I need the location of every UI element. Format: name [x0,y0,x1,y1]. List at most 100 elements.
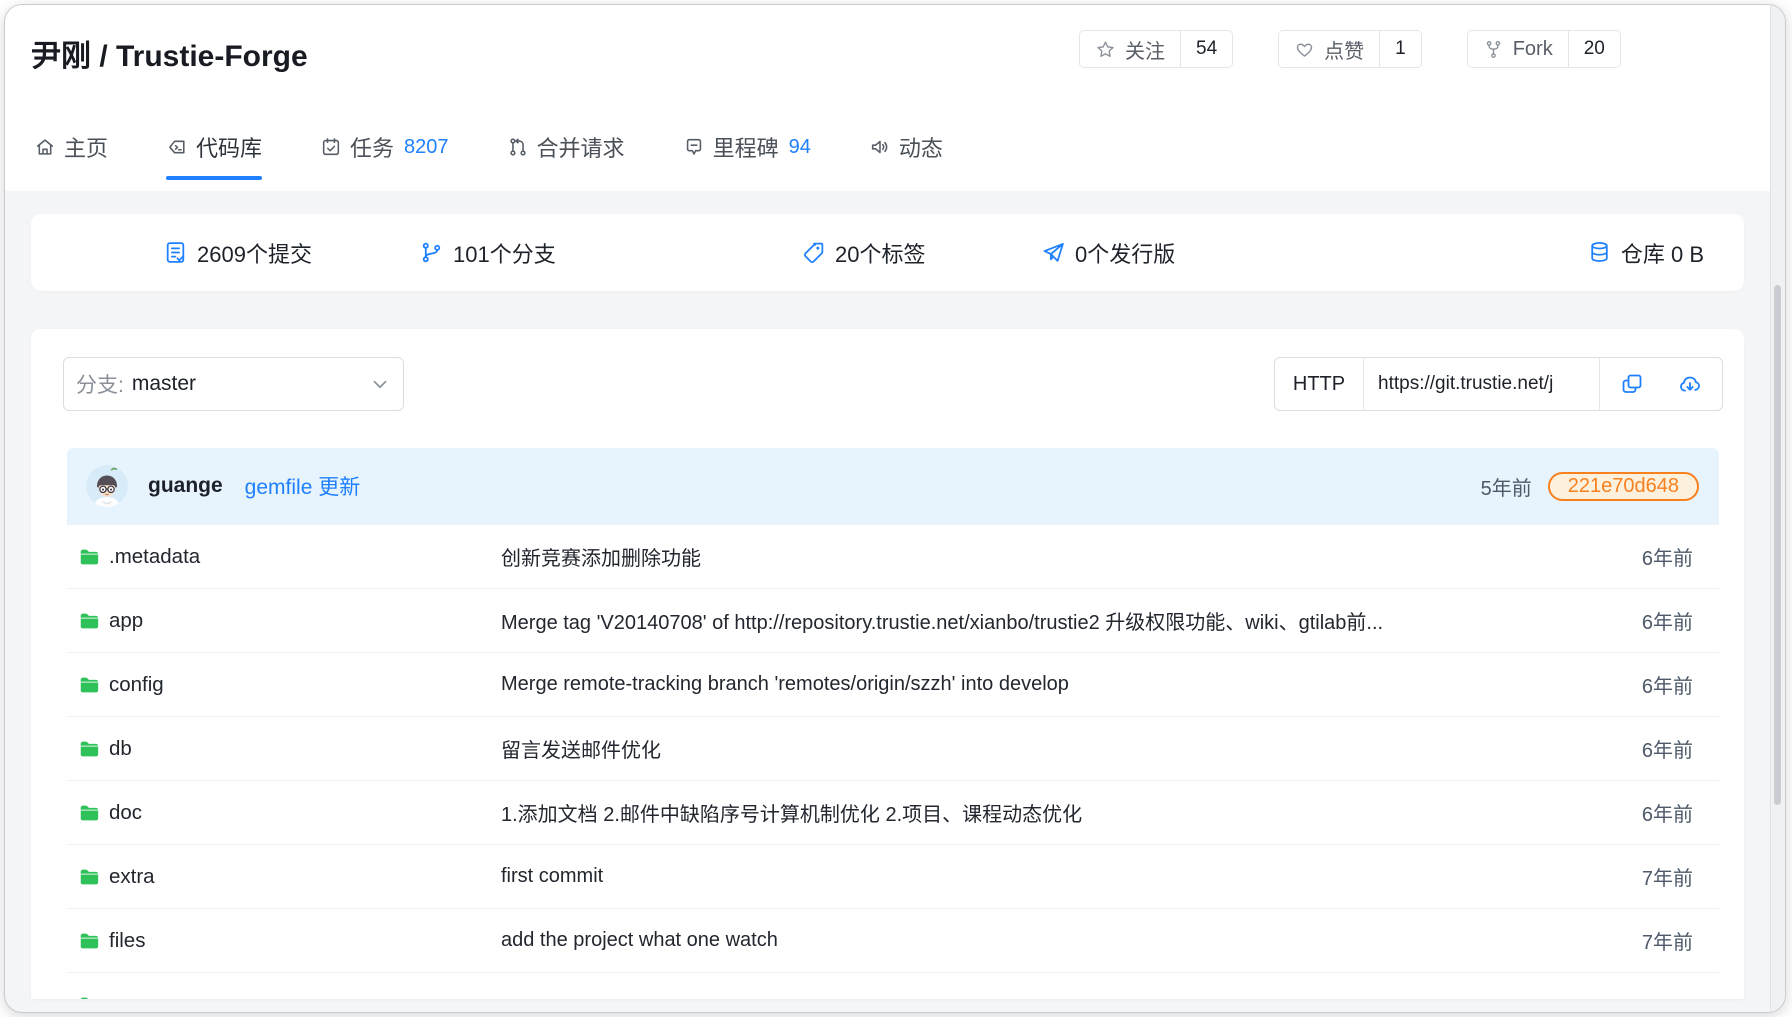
file-commit-message[interactable]: add the project what one watch [501,929,1612,952]
stat-label: 2609个提交 [197,237,312,269]
cloud-download-icon[interactable] [1678,372,1702,396]
stat-tags[interactable]: 20个标签 [801,214,925,291]
star-icon [1095,39,1116,60]
action-count[interactable]: 20 [1568,31,1620,67]
commit-author[interactable]: guange [148,474,223,498]
file-name[interactable]: config [109,673,501,697]
table-row-partial[interactable] [67,972,1719,999]
latest-commit-bar: guange gemfile 更新 5年前 221e70d648 [67,448,1719,524]
table-row[interactable]: doc1.添加文档 2.邮件中缺陷序号计算机制优化 2.项目、课程动态优化 6年前 [67,780,1719,844]
folder-icon [78,546,100,568]
tab-label: 合并请求 [537,131,625,163]
release-icon [1041,240,1066,265]
table-row[interactable]: .metadata创新竞赛添加删除功能 6年前 [67,524,1719,588]
home-icon [34,136,56,158]
folder-icon [78,610,100,632]
branch-selector[interactable]: 分支: master [63,357,404,411]
tab-repository[interactable]: 代码库 [166,134,262,160]
storage-icon [1587,240,1612,265]
folder-icon [78,930,100,952]
action-label-section: 关注 [1080,31,1180,67]
page-title: 尹刚 / Trustie-Forge [31,31,308,75]
repo-tabs: 主页 代码库 任务 8207 合并请求 里程碑94 动态 [34,134,943,160]
app-window: 尹刚 / Trustie-Forge 关注 54 点赞1 Fork 20 主页 代码库 任务… [4,4,1786,1013]
protocol-select[interactable]: HTTP [1275,358,1364,410]
folder-icon [78,994,100,1000]
commit-message-link[interactable]: gemfile 更新 [245,471,361,501]
tab-label: 里程碑 [713,131,779,163]
tasks-icon [320,136,342,158]
file-commit-message[interactable]: first commit [501,865,1612,888]
folder-icon [78,738,100,760]
commit-time: 5年前 [1481,472,1532,501]
file-commit-message[interactable]: 1.添加文档 2.邮件中缺陷序号计算机制优化 2.项目、课程动态优化 [501,798,1612,827]
stat-commits[interactable]: 2609个提交 [163,214,312,291]
action-count[interactable]: 54 [1180,31,1232,67]
avatar[interactable] [86,465,128,507]
file-commit-message[interactable]: 创新竞赛添加删除功能 [501,542,1612,571]
tab-home[interactable]: 主页 [34,134,108,160]
scrollbar-thumb[interactable] [1774,285,1781,805]
tab-count: 8207 [404,136,449,159]
file-commit-message[interactable]: Merge tag 'V20140708' of http://reposito… [501,606,1612,635]
action-label: 关注 [1125,35,1165,64]
repo-header: 尹刚 / Trustie-Forge 关注 54 点赞1 Fork 20 主页 代码库 任务… [5,5,1785,191]
action-label-section: 点赞 [1279,31,1379,67]
file-rows: .metadata创新竞赛添加删除功能6年前appMerge tag 'V201… [67,524,1719,999]
table-row[interactable]: extrafirst commit 7年前 [67,844,1719,908]
file-commit-time: 6年前 [1642,734,1719,763]
tab-milestones[interactable]: 里程碑94 [683,134,811,160]
watch-button[interactable]: 关注 54 [1079,30,1233,68]
file-commit-time: 6年前 [1642,542,1719,571]
tab-issues[interactable]: 任务 8207 [320,134,449,160]
branch-icon [419,240,444,265]
tab-merge-requests[interactable]: 合并请求 [507,134,625,160]
folder-icon [78,674,100,696]
folder-icon [78,866,100,888]
repo-stats-bar: 2609个提交 101个分支 20个标签 0个发行版 仓库 0 B [31,214,1744,291]
file-name[interactable]: .metadata [109,545,501,569]
tab-activity[interactable]: 动态 [869,134,943,160]
commit-hash-badge[interactable]: 221e70d648 [1548,472,1699,501]
tag-icon [801,240,826,265]
clone-url-text: https://git.trustie.net/j [1378,373,1553,395]
repo-action-buttons: 关注 54 点赞1 Fork 20 [1079,30,1621,68]
fork-icon [1483,39,1504,60]
file-commit-time: 7年前 [1642,862,1719,891]
action-count[interactable]: 1 [1379,31,1421,67]
commit-icon [163,240,188,265]
file-commit-time: 6年前 [1642,670,1719,699]
file-commit-time: 6年前 [1642,606,1719,635]
fork-button[interactable]: Fork 20 [1467,30,1621,68]
action-label: Fork [1513,38,1553,61]
file-name[interactable]: app [109,609,501,633]
stat-storage[interactable]: 仓库 0 B [1587,214,1704,291]
copy-icon[interactable] [1620,372,1644,396]
file-commit-time: 6年前 [1642,798,1719,827]
clone-url-input[interactable]: https://git.trustie.net/j [1364,358,1600,410]
file-commit-message[interactable]: 留言发送邮件优化 [501,734,1612,763]
tab-label: 任务 [350,131,394,163]
stat-label: 101个分支 [453,237,556,269]
stat-branches[interactable]: 101个分支 [419,214,556,291]
stat-releases[interactable]: 0个发行版 [1041,214,1175,291]
praise-button[interactable]: 点赞1 [1278,30,1422,68]
file-name[interactable]: db [109,737,501,761]
heart-icon [1294,39,1315,60]
file-name[interactable]: files [109,929,501,953]
milestone-icon [683,136,705,158]
table-row[interactable]: appMerge tag 'V20140708' of http://repos… [67,588,1719,652]
file-name[interactable]: extra [109,865,501,889]
table-row[interactable]: configMerge remote-tracking branch 'remo… [67,652,1719,716]
repo-browser-card: 分支: master HTTP https://git.trustie.net/… [31,329,1744,999]
file-commit-message[interactable]: Merge remote-tracking branch 'remotes/or… [501,673,1612,696]
repo-icon [166,136,188,158]
scrollbar[interactable] [1770,5,1785,1012]
table-row[interactable]: db留言发送邮件优化 6年前 [67,716,1719,780]
merge-icon [507,136,529,158]
branch-label: 分支: [76,369,124,399]
chevron-down-icon [369,373,391,395]
file-name[interactable]: doc [109,801,501,825]
table-row[interactable]: filesadd the project what one watch7年前 [67,908,1719,972]
tab-label: 代码库 [196,131,262,163]
